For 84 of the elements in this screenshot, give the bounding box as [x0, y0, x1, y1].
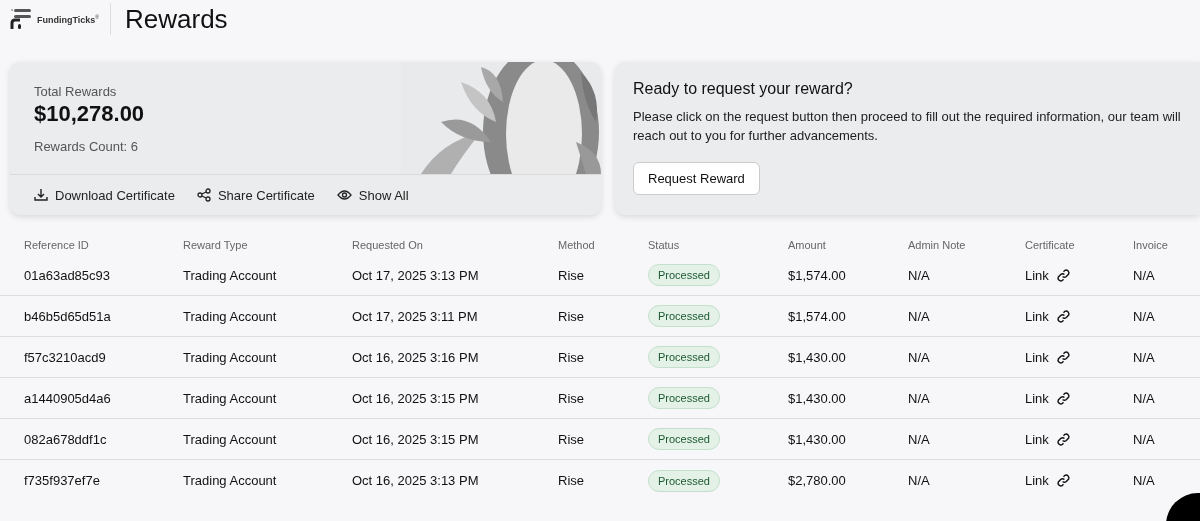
link-icon — [1055, 390, 1071, 406]
table-cell-text: N/A — [908, 390, 931, 406]
certificate-link[interactable]: Link — [1025, 431, 1071, 447]
table-cell-text: 01a63ad85c93 — [24, 267, 112, 283]
table-cell-text: Trading Account — [183, 267, 278, 283]
logo-icon — [10, 7, 32, 31]
link-icon — [1055, 431, 1071, 447]
table-cell-text: b46b5d65d51a — [24, 308, 112, 324]
link-icon — [1055, 267, 1071, 283]
link-icon — [1055, 473, 1071, 488]
table-cell-text: Oct 16, 2025 3:13 PM — [352, 473, 480, 488]
status-badge: Processed — [648, 428, 720, 450]
table-cell-text: Rise — [558, 349, 585, 365]
certificate-link[interactable]: Link — [1025, 349, 1071, 365]
column-header: Reward Type — [183, 239, 249, 251]
table-cell-text: N/A — [908, 349, 931, 365]
certificate-link[interactable]: Link — [1025, 267, 1071, 283]
certificate-link[interactable]: Link — [1025, 473, 1071, 488]
column-header: Invoice — [1133, 239, 1169, 251]
table-cell-text: $1,574.00 — [788, 267, 847, 283]
download-icon — [34, 188, 48, 202]
table-cell-text: Oct 16, 2025 3:16 PM — [352, 349, 480, 365]
link-icon — [1055, 349, 1071, 365]
rewards-count: Rewards Count: 6 — [34, 139, 140, 154]
link-icon — [1055, 308, 1071, 324]
table-cell-text: Trading Account — [183, 390, 278, 406]
table-cell-text: N/A — [1133, 431, 1156, 447]
action-button[interactable]: Share Certificate — [196, 187, 315, 203]
status-badge: Processed — [648, 305, 720, 327]
table-cell-text: Rise — [558, 473, 585, 488]
request-reward-button[interactable]: Request Reward — [633, 162, 760, 195]
table-cell-text: N/A — [908, 308, 931, 324]
page-title: Rewards — [125, 3, 228, 35]
table-cell-text: N/A — [1133, 267, 1156, 283]
table-cell-text: N/A — [1133, 473, 1156, 488]
table-cell-text: $2,780.00 — [788, 473, 847, 488]
table-cell-text: N/A — [1133, 390, 1156, 406]
table-cell-text: Trading Account — [183, 473, 278, 488]
table-cell-text: Oct 16, 2025 3:15 PM — [352, 390, 480, 406]
action-button[interactable]: Download Certificate — [34, 187, 175, 203]
table-cell-text: 082a678ddf1c — [24, 431, 108, 447]
total-label: Total Rewards — [34, 84, 118, 99]
column-header: Amount — [788, 239, 827, 251]
table-cell-text: N/A — [1133, 308, 1156, 324]
table-cell-text: $1,574.00 — [788, 308, 847, 324]
column-header: Status — [648, 239, 681, 251]
action-button[interactable]: Show All — [336, 187, 409, 203]
column-header: Method — [558, 239, 596, 251]
request-title: Ready to request your reward? — [633, 80, 854, 98]
table-cell-text: N/A — [908, 267, 931, 283]
table-cell-text: Rise — [558, 431, 585, 447]
column-header: Reference ID — [24, 239, 90, 251]
table-cell-text: f735f937ef7e — [24, 473, 101, 488]
certificate-link[interactable]: Link — [1025, 390, 1071, 406]
column-header: Requested On — [352, 239, 424, 251]
status-badge: Processed — [648, 469, 720, 492]
status-badge: Processed — [648, 264, 720, 286]
table-cell-text: Rise — [558, 390, 585, 406]
table-cell-text: Rise — [558, 267, 585, 283]
table-cell-text: Oct 17, 2025 3:11 PM — [352, 308, 479, 324]
status-badge: Processed — [648, 346, 720, 368]
table-cell-text: f57c3210acd9 — [24, 349, 107, 365]
table-cell-text: a1440905d4a6 — [24, 390, 112, 406]
table-cell-text: Rise — [558, 308, 585, 324]
column-header: Certificate — [1025, 239, 1076, 251]
status-badge: Processed — [648, 387, 720, 409]
table-cell-text: N/A — [1133, 349, 1156, 365]
table-cell-text: N/A — [908, 431, 931, 447]
table-cell-text: Trading Account — [183, 308, 278, 324]
table-cell-text: Trading Account — [183, 431, 278, 447]
certificate-link[interactable]: Link — [1025, 308, 1071, 324]
table-cell-text: $1,430.00 — [788, 390, 847, 406]
brand-name: FundingTicks$^{®}$ — [37, 13, 100, 25]
table-cell-text: Trading Account — [183, 349, 278, 365]
total-amount: $10,278.00 — [34, 101, 145, 127]
eye-icon — [336, 189, 352, 201]
table-cell-text: Oct 17, 2025 3:13 PM — [352, 267, 480, 283]
request-text: Please click on the request button then proceed to fill out the required information, our team will reach out to you for further advancements. — [633, 108, 1182, 145]
table-cell-text: N/A — [908, 473, 931, 488]
table-cell-text: $1,430.00 — [788, 349, 847, 365]
table-cell-text: Oct 16, 2025 3:15 PM — [352, 431, 480, 447]
table-cell-text: $1,430.00 — [788, 431, 847, 447]
share-icon — [196, 188, 211, 202]
column-header: Admin Note — [908, 239, 967, 251]
